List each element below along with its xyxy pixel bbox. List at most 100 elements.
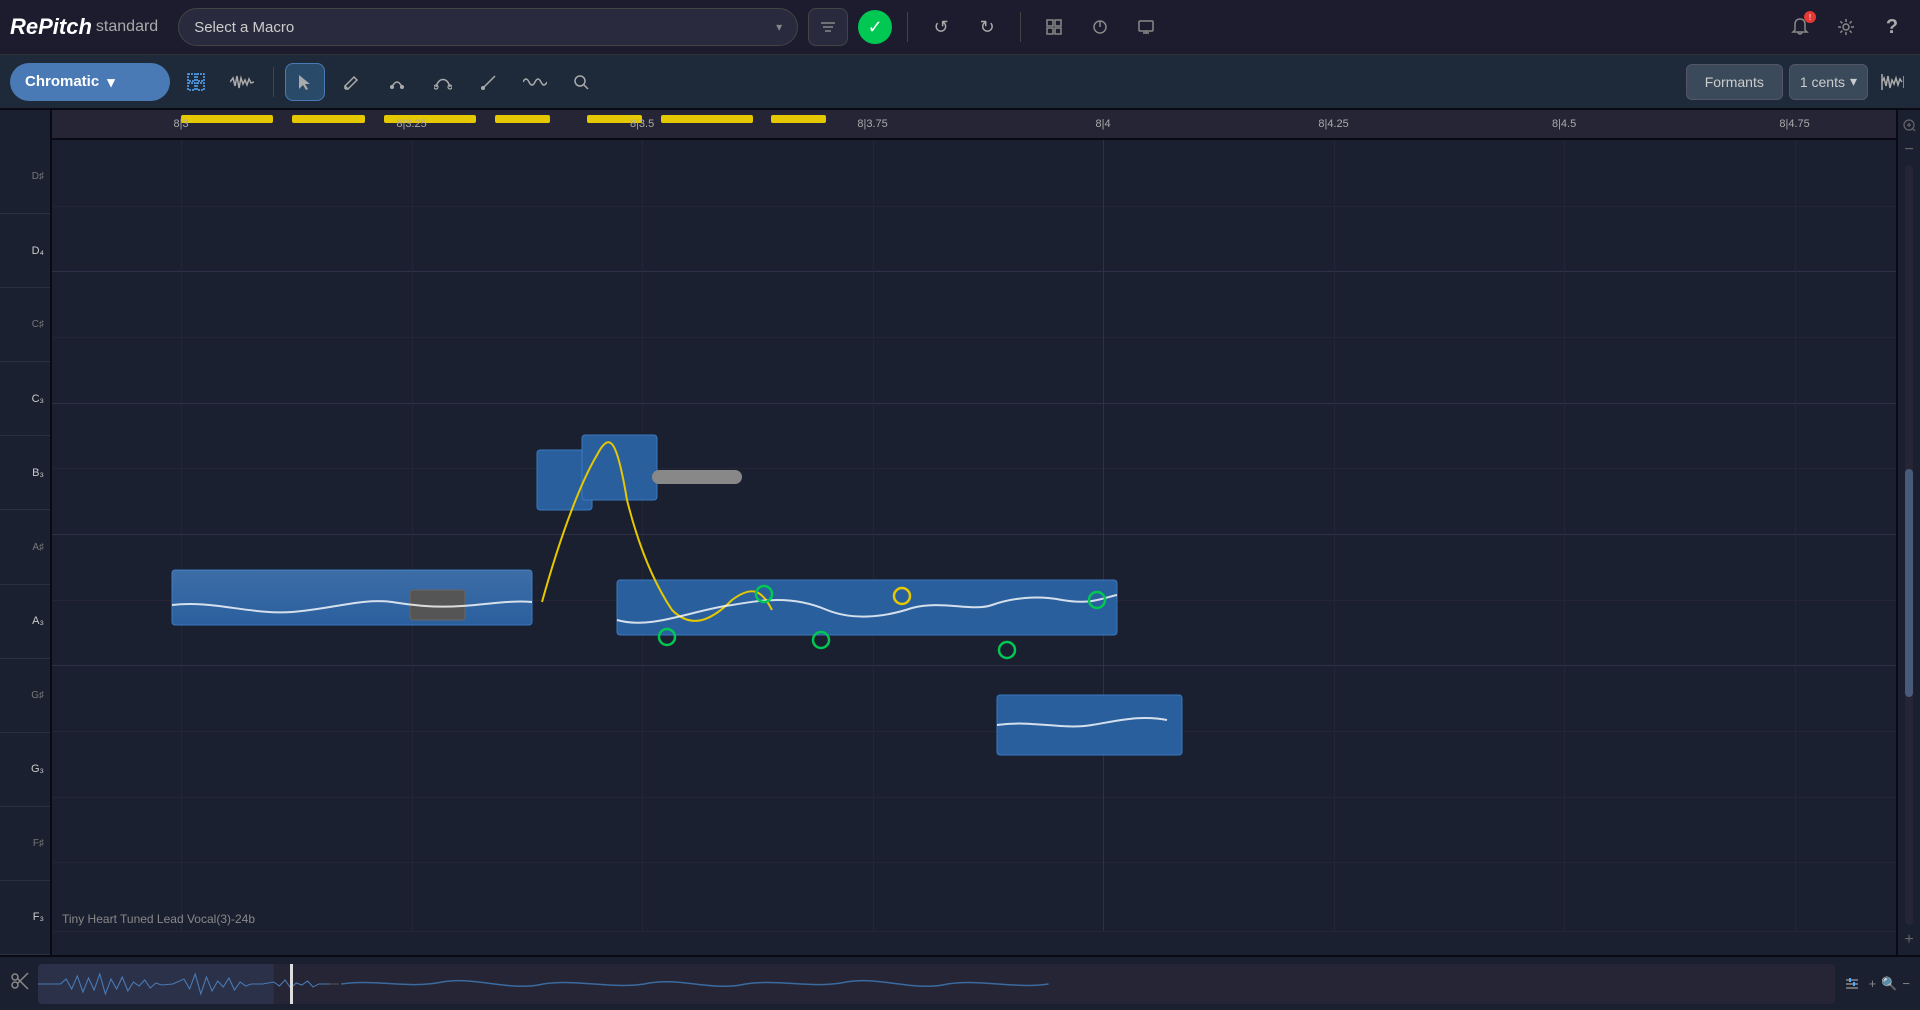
cents-arrow: ▾ xyxy=(1850,73,1857,90)
timeline-segment-4 xyxy=(495,115,550,123)
cents-value: 1 cents xyxy=(1800,74,1845,90)
waveform-toggle[interactable] xyxy=(1874,64,1910,100)
note-fsharp: F♯ xyxy=(0,807,50,881)
notifications-button[interactable]: ! xyxy=(1782,9,1818,45)
zoom-icon-bottom[interactable]: + xyxy=(1869,976,1877,991)
vibrato-tool-button[interactable] xyxy=(515,63,555,101)
timeline-marker-7: 8|4.5 xyxy=(1552,118,1576,130)
cursor-tool-button[interactable] xyxy=(285,63,325,101)
zoom-label: 🔍 xyxy=(1881,976,1897,992)
timeline-marker-8: 8|4.75 xyxy=(1779,118,1809,130)
scale-dropdown[interactable]: Chromatic ▾ xyxy=(10,63,170,101)
gear-icon xyxy=(1836,17,1856,37)
bezier-tool-button[interactable] xyxy=(423,63,463,101)
bezier-icon xyxy=(434,73,452,91)
status-indicator: ✓ xyxy=(858,10,892,44)
zoom-plus-icon[interactable]: + xyxy=(1899,930,1919,950)
timeline-segment-7 xyxy=(771,115,826,123)
waveform-display[interactable] xyxy=(38,964,1835,1004)
divider-1 xyxy=(907,12,908,42)
settings-button[interactable] xyxy=(1828,9,1864,45)
pen-icon xyxy=(388,73,406,91)
right-sidebar: − + xyxy=(1896,110,1920,955)
wave-right-icon xyxy=(1880,72,1904,92)
help-button[interactable]: ? xyxy=(1874,9,1910,45)
redo-button[interactable]: ↻ xyxy=(969,9,1005,45)
right-controls: Formants 1 cents ▾ xyxy=(1686,64,1910,100)
grid-area: 8|3 8|3.25 8|3.5 8|3.75 8|4 8|4.25 8|4.5… xyxy=(52,110,1896,955)
timeline-segment-2 xyxy=(292,115,366,123)
macro-select-dropdown[interactable]: Select a Macro ▾ xyxy=(178,8,798,46)
grid-icon xyxy=(1045,18,1063,36)
timeline-segment-1 xyxy=(181,115,273,123)
note-csharp: C♯ xyxy=(0,288,50,362)
line-tool-button[interactable] xyxy=(469,63,509,101)
bottom-waveform-bar: + 🔍 − xyxy=(0,955,1920,1010)
pencil-tool-button[interactable] xyxy=(331,63,371,101)
piano-keys: D♯ D₄ C♯ C₃ B₃ A♯ A₃ G♯ G₃ F♯ F₃ xyxy=(0,110,52,955)
monitor-icon xyxy=(1137,18,1155,36)
zoom-out-icon[interactable]: − xyxy=(1902,976,1910,991)
grid-button[interactable] xyxy=(1036,9,1072,45)
toolbar: Chromatic ▾ xyxy=(0,55,1920,110)
zoom-controls: + 🔍 − xyxy=(1869,976,1910,992)
grid-lines xyxy=(52,140,1896,931)
scale-label: Chromatic xyxy=(25,73,99,90)
status-bar xyxy=(52,931,1896,955)
timeline: 8|3 8|3.25 8|3.5 8|3.75 8|4 8|4.25 8|4.5… xyxy=(52,110,1896,140)
cents-control[interactable]: 1 cents ▾ xyxy=(1789,64,1868,100)
formants-label: Formants xyxy=(1705,74,1764,90)
filter-icon xyxy=(819,18,837,36)
logo-repitch: RePitch xyxy=(10,14,92,40)
pen-tool-button[interactable] xyxy=(377,63,417,101)
track-name-label: Tiny Heart Tuned Lead Vocal(3)-24b xyxy=(62,912,255,926)
timeline-marker-6: 8|4.25 xyxy=(1318,118,1348,130)
timeline-marker-1: 8|3 xyxy=(174,118,189,130)
timeline-segment-6 xyxy=(661,115,753,123)
note-b3: B₃ xyxy=(0,436,50,510)
monitor-button[interactable] xyxy=(1128,9,1164,45)
waveform-icon xyxy=(230,74,254,90)
timeline-marker-4: 8|3.75 xyxy=(857,118,887,130)
waveform-svg xyxy=(38,964,1835,1004)
scissors-icon xyxy=(10,971,30,991)
zoom-minus-icon[interactable]: − xyxy=(1899,140,1919,160)
note-c3: C₃ xyxy=(0,362,50,436)
vibrato-icon xyxy=(523,75,547,89)
logo-standard: standard xyxy=(96,18,158,36)
main-area: D♯ D₄ C♯ C₃ B₃ A♯ A₃ G♯ G₃ F♯ F₃ 8|3 8|3… xyxy=(0,110,1920,955)
undo-button[interactable]: ↺ xyxy=(923,9,959,45)
select-tool-button[interactable] xyxy=(176,63,216,101)
timeline-marker-2: 8|3.25 xyxy=(396,118,426,130)
zoom-fit-icon[interactable] xyxy=(1899,115,1919,135)
note-d4: D₄ xyxy=(0,214,50,288)
note-asharp: A♯ xyxy=(0,510,50,584)
scissors-button[interactable] xyxy=(10,971,30,997)
pencil-icon xyxy=(342,73,360,91)
note-a3: A₃ xyxy=(0,585,50,659)
tool-divider xyxy=(273,67,274,97)
magnify-tool-button[interactable] xyxy=(561,63,601,101)
scale-dropdown-arrow: ▾ xyxy=(107,73,115,91)
vertical-scroll-track[interactable] xyxy=(1905,165,1913,925)
playhead xyxy=(290,964,293,1004)
waveform-settings-icon[interactable] xyxy=(1843,975,1861,993)
note-f3: F₃ xyxy=(0,881,50,955)
power-button[interactable] xyxy=(1082,9,1118,45)
line-icon xyxy=(480,73,498,91)
cursor-icon xyxy=(296,73,314,91)
vertical-scroll-thumb[interactable] xyxy=(1905,469,1913,697)
macro-select-label: Select a Macro xyxy=(194,19,294,36)
grid-canvas[interactable]: Tiny Heart Tuned Lead Vocal(3)-24b xyxy=(52,140,1896,931)
note-gsharp: G♯ xyxy=(0,659,50,733)
waveform-tool-button[interactable] xyxy=(222,63,262,101)
formants-button[interactable]: Formants xyxy=(1686,64,1783,100)
level-icon xyxy=(1843,975,1861,993)
timeline-marker-5: 8|4 xyxy=(1096,118,1111,130)
note-dsharp: D♯ xyxy=(0,140,50,214)
timeline-marker-3: 8|3.5 xyxy=(630,118,654,130)
top-bar: RePitch standard Select a Macro ▾ ✓ ↺ ↻ xyxy=(0,0,1920,55)
filter-button[interactable] xyxy=(808,8,848,46)
notification-badge: ! xyxy=(1804,11,1816,23)
magnify-icon xyxy=(572,73,590,91)
